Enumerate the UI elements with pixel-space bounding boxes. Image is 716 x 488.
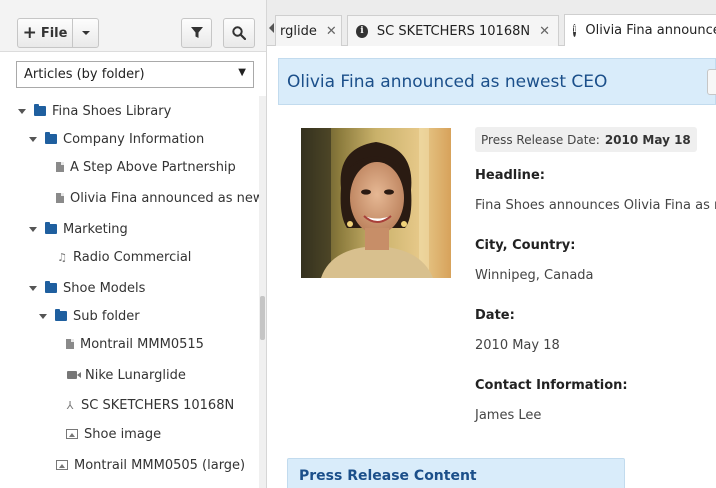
document-icon (66, 339, 74, 349)
headline-value: Fina Shoes announces Olivia Fina as newe… (475, 198, 716, 213)
search-icon (232, 26, 246, 40)
folder-icon (45, 281, 57, 293)
date-value: 2010 May 18 (475, 338, 560, 353)
tree-node-label: Radio Commercial (73, 249, 192, 265)
library-panel: + File Articles (by folder) ▼ Fina Shoes… (0, 0, 267, 488)
tree-node-label: A Step Above Partnership (70, 159, 236, 175)
tree-node-label: SC SKETCHERS 10168N (81, 397, 235, 413)
tree-node-company-information[interactable]: Company Information (29, 128, 204, 150)
tab-label: rglide (280, 23, 317, 39)
tab-scroll-left-icon[interactable] (269, 23, 274, 33)
tree-node-shoe-models[interactable]: Shoe Models (29, 277, 145, 299)
tab-nike-lunarglide[interactable]: rglide ✕ (275, 15, 342, 46)
expand-toggle-icon[interactable] (29, 226, 37, 232)
video-camera-icon (67, 371, 81, 379)
page-title: Olivia Fina announced as newest CEO (287, 71, 608, 92)
article-photo (301, 128, 451, 278)
file-dropdown-toggle[interactable] (72, 18, 99, 48)
city-country-value: Winnipeg, Canada (475, 268, 594, 283)
music-note-icon: ♫ (57, 250, 67, 264)
tree-node-marketing[interactable]: Marketing (29, 218, 128, 240)
library-toolbar: + File (0, 0, 266, 52)
tree-node-radio-commercial[interactable]: ♫ Radio Commercial (55, 246, 191, 268)
article-menu-button[interactable] (707, 69, 716, 95)
press-release-content-section[interactable]: Press Release Content (287, 458, 625, 488)
select-arrow-icon: ▼ (238, 67, 246, 78)
expand-toggle-icon[interactable] (29, 136, 37, 142)
tree-node-label: Olivia Fina announced as newest CEO (70, 190, 266, 206)
tree-node-sc-sketchers[interactable]: ⅄ SC SKETCHERS 10168N (63, 394, 235, 416)
tree-node-nike-lunarglide[interactable]: Nike Lunarglide (67, 364, 186, 386)
tree-node-montrail-mmm0505-large[interactable]: Montrail MMM0505 (large) (56, 454, 245, 476)
caret-down-icon (81, 31, 90, 35)
press-date-label: Press Release Date: (481, 132, 600, 147)
scrollbar-thumb[interactable] (260, 296, 265, 340)
filter-button[interactable] (181, 18, 212, 48)
expand-toggle-icon[interactable] (18, 108, 26, 114)
filter-icon (190, 27, 203, 38)
view-select[interactable]: Articles (by folder) ▼ (16, 61, 254, 88)
press-date-value: 2010 May 18 (604, 132, 691, 147)
folder-icon (55, 309, 67, 321)
pdf-icon: ⅄ (66, 398, 74, 412)
close-icon[interactable]: ✕ (539, 24, 550, 39)
document-panel: rglide ✕ i SC SKETCHERS 10168N ✕ i Olivi… (267, 0, 716, 488)
folder-icon (45, 132, 57, 144)
tree-node-sub-folder[interactable]: Sub folder (39, 305, 140, 327)
press-release-date-badge: Press Release Date: 2010 May 18 (475, 127, 697, 152)
folder-icon (45, 222, 57, 234)
tree-node-label: Nike Lunarglide (85, 367, 186, 383)
tree-node-label: Sub folder (73, 308, 140, 324)
tree-node-label: Marketing (63, 221, 128, 237)
search-button[interactable] (223, 18, 255, 48)
plus-icon: + (22, 22, 37, 43)
image-icon (56, 460, 68, 470)
view-select-value: Articles (by folder) (24, 67, 145, 82)
tree-node-label: Shoe Models (63, 280, 146, 296)
tree-node-label: Shoe image (84, 426, 162, 442)
info-icon: i (573, 24, 577, 37)
info-icon: i (356, 24, 368, 38)
tab-label: SC SKETCHERS 10168N (376, 23, 531, 39)
tree-node-fina-shoes-library[interactable]: Fina Shoes Library (18, 100, 171, 122)
tree-node-montrail-mmm0515[interactable]: Montrail MMM0515 (63, 333, 204, 355)
tree-node-label: Company Information (63, 131, 205, 147)
tab-bar: rglide ✕ i SC SKETCHERS 10168N ✕ i Olivi… (267, 0, 716, 46)
contact-information-label: Contact Information: (475, 378, 628, 393)
contact-information-value: James Lee (475, 408, 542, 423)
article-title-bar: Olivia Fina announced as newest CEO (278, 58, 716, 105)
file-button-label: File (40, 25, 68, 41)
image-icon (66, 429, 78, 439)
tree-scrollbar[interactable] (259, 96, 266, 488)
expand-toggle-icon[interactable] (29, 285, 37, 291)
tree-node-olivia-fina-announced[interactable]: Olivia Fina announced as newest CEO (53, 187, 266, 209)
section-heading: Press Release Content (299, 468, 477, 484)
city-country-label: City, Country: (475, 238, 576, 253)
tree-node-label: Montrail MMM0505 (large) (74, 457, 246, 473)
tree-node-shoe-image[interactable]: Shoe image (66, 423, 161, 445)
document-icon (56, 162, 64, 172)
expand-toggle-icon[interactable] (39, 313, 47, 319)
document-icon (56, 193, 64, 203)
close-icon[interactable]: ✕ (326, 24, 337, 39)
file-button[interactable]: + File (17, 18, 73, 48)
portrait-image (301, 128, 451, 278)
tree-node-label: Montrail MMM0515 (80, 336, 204, 352)
tab-olivia-fina[interactable]: i Olivia Fina announced as newest CEO (564, 14, 716, 46)
folder-icon (34, 104, 46, 116)
tree-node-label: Fina Shoes Library (52, 103, 172, 119)
tab-label: Olivia Fina announced as newest CEO (585, 23, 716, 38)
tree-node-a-step-above-partnership[interactable]: A Step Above Partnership (53, 156, 236, 178)
tab-sc-sketchers[interactable]: i SC SKETCHERS 10168N ✕ (347, 15, 559, 46)
headline-label: Headline: (475, 168, 545, 183)
date-label: Date: (475, 308, 515, 323)
